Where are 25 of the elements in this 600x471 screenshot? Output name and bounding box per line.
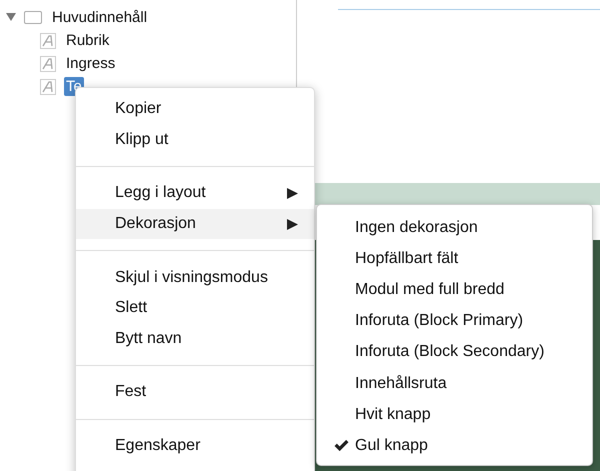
- menu-item[interactable]: Dekorasjon: [76, 208, 314, 240]
- menu-item[interactable]: Inforuta (Block Secondary): [317, 336, 592, 368]
- menu-item[interactable]: Legg i layout: [76, 178, 314, 209]
- menu-item[interactable]: Hopfällbart fält: [317, 243, 592, 274]
- text-block-icon: [40, 78, 56, 94]
- menu-item[interactable]: Egenskaper: [76, 430, 314, 462]
- menu-item[interactable]: Skjul i visningsmodus: [76, 262, 314, 293]
- container-icon: [24, 10, 42, 24]
- tree-item[interactable]: Ingress: [64, 54, 118, 73]
- menu-item[interactable]: Kopier: [76, 94, 314, 125]
- tree-item[interactable]: Rubrik: [64, 31, 112, 50]
- menu-item[interactable]: Ingen dekorasjon: [317, 212, 592, 244]
- menu-item[interactable]: Bytt navn: [76, 324, 314, 354]
- menu-item[interactable]: Innehållsruta: [317, 368, 592, 400]
- menu-item[interactable]: Gul knapp: [317, 430, 592, 462]
- menu-item[interactable]: Hvit knapp: [317, 399, 592, 430]
- menu-item[interactable]: Inforuta (Block Primary): [317, 306, 592, 337]
- text-block-icon: [40, 32, 56, 48]
- expand-caret-icon[interactable]: [6, 12, 16, 22]
- menu-item[interactable]: Modul med full bredd: [317, 274, 592, 306]
- menu-item[interactable]: Slett: [76, 292, 314, 324]
- tree-item[interactable]: Huvudinnehåll: [50, 8, 150, 26]
- menu-item[interactable]: Fest: [76, 377, 314, 408]
- menu-item[interactable]: Klipp ut: [76, 124, 314, 156]
- text-block-icon: [40, 56, 56, 72]
